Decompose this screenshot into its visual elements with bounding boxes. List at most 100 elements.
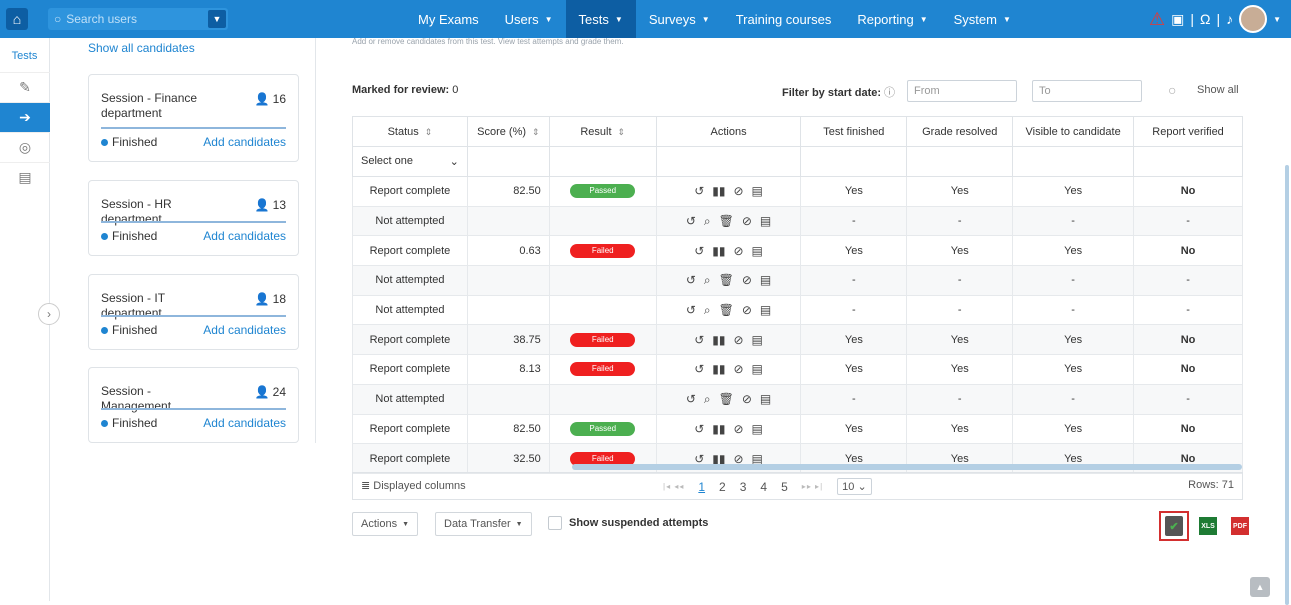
avatar-chevron-icon[interactable]: ▼ bbox=[1273, 15, 1281, 24]
reset-icon[interactable]: ↺ bbox=[686, 214, 696, 228]
view-icon[interactable]: ⌕ bbox=[704, 273, 711, 287]
suspend-icon[interactable]: ⊘ bbox=[733, 333, 743, 347]
column-header[interactable]: Visible to candidate bbox=[1012, 116, 1135, 147]
table-row[interactable]: Not attempted ↺ ⌕ 🗑 ⊘ ▤ - - - - bbox=[352, 294, 1243, 326]
avatar[interactable] bbox=[1239, 5, 1268, 33]
report-icon[interactable]: ▤ bbox=[752, 362, 763, 376]
vertical-scrollbar[interactable] bbox=[1285, 165, 1289, 605]
show-all-button[interactable]: Show all bbox=[1197, 84, 1239, 96]
status-filter-select[interactable]: Select one ⌄ bbox=[353, 155, 467, 168]
data-transfer-dropdown-button[interactable]: Data Transfer ▼ bbox=[435, 512, 532, 536]
reset-icon[interactable]: ↺ bbox=[686, 303, 696, 317]
suspend-icon[interactable]: ⊘ bbox=[742, 303, 752, 317]
page-number[interactable]: 5 bbox=[781, 480, 788, 494]
reset-icon[interactable]: ↺ bbox=[686, 273, 696, 287]
to-date-input[interactable]: To bbox=[1032, 80, 1142, 102]
column-header[interactable]: Grade resolved bbox=[906, 116, 1014, 147]
column-header[interactable]: Test finished bbox=[800, 116, 908, 147]
show-suspended-checkbox[interactable] bbox=[548, 516, 562, 530]
table-row[interactable]: Report complete 8.13 Failed ↺ ▮▮ ⊘ ▤ Yes Yes Yes N… bbox=[352, 354, 1243, 385]
column-header[interactable]: Result ⇕ bbox=[548, 116, 657, 147]
add-candidates-link[interactable]: Add candidates bbox=[203, 229, 286, 243]
nav-item-surveys[interactable]: Surveys ▼ bbox=[636, 0, 723, 38]
suspend-icon[interactable]: ⊘ bbox=[742, 214, 752, 228]
user-search-box[interactable]: ○ Search users ▼ bbox=[48, 8, 228, 30]
column-header[interactable]: Report verified bbox=[1133, 116, 1243, 147]
view-icon[interactable]: ⌕ bbox=[704, 214, 711, 228]
suspend-icon[interactable]: ⊘ bbox=[733, 422, 743, 436]
report-icon[interactable]: ▤ bbox=[752, 422, 763, 436]
report-icon[interactable]: ▤ bbox=[760, 303, 771, 317]
sort-icon[interactable]: ⇕ bbox=[532, 127, 540, 137]
reset-icon[interactable]: ↺ bbox=[694, 362, 704, 376]
reset-icon[interactable]: ↺ bbox=[694, 244, 704, 258]
stats-icon[interactable]: ▮▮ bbox=[712, 422, 725, 436]
table-row[interactable]: Not attempted ↺ ⌕ 🗑 ⊘ ▤ - - - - bbox=[352, 205, 1243, 237]
horizontal-scrollbar[interactable] bbox=[572, 464, 1242, 470]
table-row[interactable]: Not attempted ↺ ⌕ 🗑 ⊘ ▤ - - - - bbox=[352, 383, 1243, 415]
trash-icon[interactable]: 🗑 bbox=[719, 392, 734, 406]
session-card[interactable]: Session - Finance department 👤 16 Finished A… bbox=[88, 74, 299, 162]
page-number[interactable]: 4 bbox=[760, 480, 767, 494]
warning-icon[interactable]: ⚠ bbox=[1149, 9, 1165, 30]
column-header[interactable]: Score (%) ⇕ bbox=[466, 116, 550, 147]
report-icon[interactable]: ▤ bbox=[752, 333, 763, 347]
suspend-icon[interactable]: ⊘ bbox=[742, 273, 752, 287]
nav-item-training-courses[interactable]: Training courses bbox=[723, 0, 845, 38]
export-pdf-button[interactable]: PDF bbox=[1227, 512, 1253, 540]
search-icon[interactable]: ○ bbox=[1168, 82, 1176, 98]
home-icon[interactable]: ⌂ bbox=[6, 8, 28, 30]
collapse-chevron-icon[interactable]: › bbox=[38, 303, 60, 325]
nav-item-system[interactable]: System ▼ bbox=[941, 0, 1024, 38]
session-card[interactable]: Session - HR department 👤 13 Finished Add ca… bbox=[88, 180, 299, 256]
last-page-icon[interactable]: ▸▸ ▸| bbox=[802, 482, 823, 491]
show-all-candidates-link[interactable]: Show all candidates bbox=[88, 41, 195, 55]
trash-icon[interactable]: 🗑 bbox=[719, 273, 734, 287]
headset-icon[interactable]: Ω bbox=[1200, 11, 1210, 27]
table-row[interactable]: Not attempted ↺ ⌕ 🗑 ⊘ ▤ - - - - bbox=[352, 265, 1243, 296]
trash-icon[interactable]: 🗑 bbox=[719, 303, 734, 317]
page-number[interactable]: 3 bbox=[740, 480, 747, 494]
nav-item-my-exams[interactable]: My Exams bbox=[405, 0, 492, 38]
scroll-to-top-icon[interactable]: ▲ bbox=[1250, 577, 1270, 597]
help-book-icon[interactable]: ▣ bbox=[1171, 11, 1184, 28]
reset-icon[interactable]: ↺ bbox=[694, 184, 704, 198]
help-icon[interactable]: ⓘ bbox=[884, 84, 895, 100]
view-icon[interactable]: ⌕ bbox=[704, 392, 711, 406]
table-row[interactable]: Report complete 82.50 Passed ↺ ▮▮ ⊘ ▤ Yes Yes Yes… bbox=[352, 176, 1243, 207]
stats-icon[interactable]: ▮▮ bbox=[712, 244, 725, 258]
candidates-icon[interactable]: ➔ bbox=[0, 102, 50, 132]
suspend-icon[interactable]: ⊘ bbox=[733, 184, 743, 198]
session-card[interactable]: Session - IT department 👤 18 Finished Add ca… bbox=[88, 274, 299, 350]
search-dropdown-chevron-icon[interactable]: ▼ bbox=[208, 10, 226, 28]
displayed-columns-button[interactable]: ≣ Displayed columns bbox=[361, 479, 466, 492]
nav-item-tests[interactable]: Tests ▼ bbox=[565, 0, 636, 38]
suspend-icon[interactable]: ⊘ bbox=[733, 362, 743, 376]
document-icon[interactable]: ▤ bbox=[0, 162, 50, 192]
report-icon[interactable]: ▤ bbox=[760, 214, 771, 228]
verify-report-button[interactable]: ✔ bbox=[1159, 511, 1189, 541]
first-page-icon[interactable]: |◂ ◂◂ bbox=[663, 482, 684, 491]
sort-icon[interactable]: ⇕ bbox=[618, 127, 626, 137]
report-icon[interactable]: ▤ bbox=[760, 392, 771, 406]
page-number[interactable]: 1 bbox=[698, 480, 705, 494]
view-icon[interactable]: ⌕ bbox=[704, 303, 711, 317]
page-size-select[interactable]: 10 ⌄ bbox=[837, 478, 872, 495]
add-candidates-link[interactable]: Add candidates bbox=[203, 416, 286, 430]
edit-icon[interactable]: ✎ bbox=[0, 72, 50, 102]
notifications-bell-icon[interactable]: ♪ bbox=[1226, 11, 1233, 27]
report-icon[interactable]: ▤ bbox=[752, 244, 763, 258]
table-row[interactable]: Report complete 82.50 Passed ↺ ▮▮ ⊘ ▤ Yes Yes Yes… bbox=[352, 413, 1243, 445]
report-icon[interactable]: ▤ bbox=[752, 184, 763, 198]
actions-dropdown-button[interactable]: Actions ▼ bbox=[352, 512, 419, 536]
stats-icon[interactable]: ▮▮ bbox=[712, 184, 725, 198]
search-input[interactable]: Search users bbox=[66, 12, 137, 26]
nav-item-users[interactable]: Users ▼ bbox=[492, 0, 566, 38]
from-date-input[interactable]: From bbox=[907, 80, 1017, 102]
suspend-icon[interactable]: ⊘ bbox=[742, 392, 752, 406]
column-header[interactable]: Actions bbox=[655, 116, 802, 147]
add-candidates-link[interactable]: Add candidates bbox=[203, 323, 286, 337]
reset-icon[interactable]: ↺ bbox=[686, 392, 696, 406]
stats-icon[interactable]: ▮▮ bbox=[712, 362, 725, 376]
suspend-icon[interactable]: ⊘ bbox=[733, 244, 743, 258]
